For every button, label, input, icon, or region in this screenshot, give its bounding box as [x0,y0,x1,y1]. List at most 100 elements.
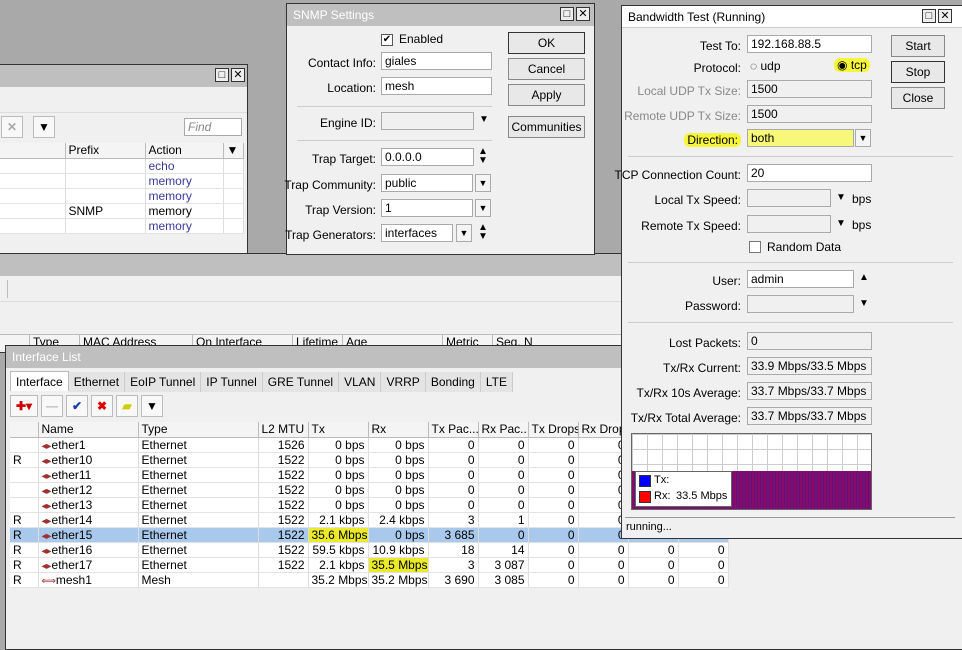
contact-label: Contact Info: [307,56,376,70]
start-button[interactable]: Start [891,35,945,57]
mtu-cell: 1522 [258,557,309,573]
log-row[interactable]: memory [0,188,244,204]
filter-icon[interactable]: ▼ [33,116,55,138]
log-row[interactable]: memory [0,218,244,234]
tcp-radio[interactable]: ◉ tcp [834,58,870,72]
tab-lte[interactable]: LTE [480,372,513,392]
ethernet-icon: ◂▸ [41,515,52,527]
add-remove-icon[interactable]: ▲ ▼ [478,223,488,242]
cancel-button[interactable]: Cancel [508,58,585,80]
rxp-cell: 0 [478,437,529,453]
tab-bonding[interactable]: Bonding [425,372,481,392]
engine-id-input[interactable] [381,112,474,130]
protocol-label: Protocol: [693,61,741,75]
dropdown-icon[interactable]: ▼ [475,199,491,217]
tab-eoip-tunnel[interactable]: EoIP Tunnel [125,372,202,392]
tab-ip-tunnel[interactable]: IP Tunnel [201,372,263,392]
direction-select[interactable]: both [747,129,854,147]
name-text: ether12 [51,482,93,497]
txp-text: 0 [467,452,475,467]
txp-cell: 3 690 [428,572,479,588]
column-header[interactable]: Name [38,422,139,438]
dropdown-icon[interactable]: ▼ [475,174,491,192]
column-header[interactable] [10,422,39,438]
maximize-button[interactable]: □ [215,68,229,82]
add-remove-icon[interactable]: ▲ ▼ [478,147,488,166]
interface-row[interactable]: R ⟺mesh1 Mesh 35.2 Mbps 35.2 Mbps 3 690 3 085 0… [10,572,729,588]
close-button[interactable]: Close [891,87,945,109]
collapse-arrow-icon[interactable]: ▲ [859,272,869,283]
apply-button[interactable]: Apply [508,84,585,106]
column-header[interactable]: Rx Pac... [478,422,529,438]
random-data-label: Random Data [767,240,842,254]
name-cell: ◂▸ether1 [38,437,139,453]
log-row[interactable]: SNMP memory [0,203,244,219]
trap-generators-select[interactable]: interfaces [381,224,453,242]
local-udp-input[interactable]: 1500 [747,80,872,98]
maximize-button[interactable]: □ [560,7,574,21]
column-header[interactable]: L2 MTU [258,422,309,438]
tx-cell: 2.1 kbps [308,557,369,573]
txd-text: 0 [567,437,575,452]
trap-version-select[interactable]: 1 [381,199,473,217]
random-data-checkbox[interactable] [749,241,761,253]
stop-button[interactable]: Stop [891,61,945,83]
comment-icon[interactable]: ▰ [116,395,138,417]
column-header[interactable]: Rx [368,422,429,438]
column-header[interactable]: Tx Drops [528,422,579,438]
test-to-input[interactable]: 192.168.88.5 [747,35,872,53]
dropdown-arrow-icon[interactable]: ▼ [836,218,846,229]
dropdown-arrow-icon[interactable]: ▼ [836,192,846,203]
user-input[interactable]: admin [747,270,854,288]
password-input[interactable] [747,295,854,313]
dropdown-arrow-icon[interactable]: ▼ [859,298,869,309]
tcp-count-input[interactable]: 20 [747,164,872,182]
column-action[interactable]: Action [145,143,224,159]
f-cell [10,482,39,498]
tab-interface[interactable]: Interface [10,371,69,391]
udp-radio[interactable]: ◌ udp [750,59,781,73]
trap-community-input[interactable]: public [381,174,473,192]
bps-unit: bps [852,192,872,206]
trap-target-input[interactable]: 0.0.0.0 [381,148,474,166]
remove-icon[interactable]: — [41,395,63,417]
column-header[interactable]: Tx [308,422,369,438]
interface-row[interactable]: R ◂▸ether17 Ethernet 1522 2.1 kbps 35.5 Mbps 3… [10,557,729,573]
close-button[interactable]: ✕ [938,9,952,23]
current-value: 33.9 Mbps/33.5 Mbps [747,357,872,375]
local-speed-input[interactable] [747,189,831,207]
log-row[interactable]: echo [0,158,244,174]
add-icon[interactable]: ✚▾ [10,395,38,417]
column-prefix[interactable]: Prefix [65,143,146,159]
enable-icon[interactable]: ✔ [66,395,88,417]
column-menu-icon[interactable]: ▼ [223,143,244,159]
c2-text: 0 [717,557,725,572]
communities-button[interactable]: Communities [508,116,585,138]
tab-vrrp[interactable]: VRRP [381,372,426,392]
ok-button[interactable]: OK [508,32,585,54]
tab-gre-tunnel[interactable]: GRE Tunnel [262,372,340,392]
remote-speed-input[interactable] [747,215,831,233]
filter-icon[interactable]: ▼ [141,395,163,417]
maximize-button[interactable]: □ [922,9,936,23]
column-header[interactable]: Tx Pac... [428,422,479,438]
find-input[interactable]: Find [184,118,242,136]
contact-input[interactable]: giales [381,52,492,70]
tab-ethernet[interactable]: Ethernet [68,372,126,392]
enabled-checkbox[interactable]: ✔ [381,34,393,46]
close-button[interactable]: ✕ [231,68,245,82]
column-header[interactable]: Type [138,422,259,438]
dropdown-icon[interactable]: ▼ [855,129,871,147]
remove-icon[interactable]: ✕ [1,116,23,138]
location-input[interactable]: mesh [381,77,492,95]
remote-udp-input[interactable]: 1500 [747,105,872,123]
tab-vlan[interactable]: VLAN [339,372,382,392]
interface-row[interactable]: R ◂▸ether16 Ethernet 1522 59.5 kbps 10.9 kbps… [10,542,729,558]
dropdown-icon[interactable]: ▼ [456,224,472,242]
log-row[interactable]: memory [0,173,244,189]
txp-cell: 0 [428,497,479,513]
txp-cell: 3 685 [428,527,479,543]
close-button[interactable]: ✕ [576,7,590,21]
disable-icon[interactable]: ✖ [91,395,113,417]
dropdown-arrow-icon[interactable]: ▼ [479,114,489,125]
